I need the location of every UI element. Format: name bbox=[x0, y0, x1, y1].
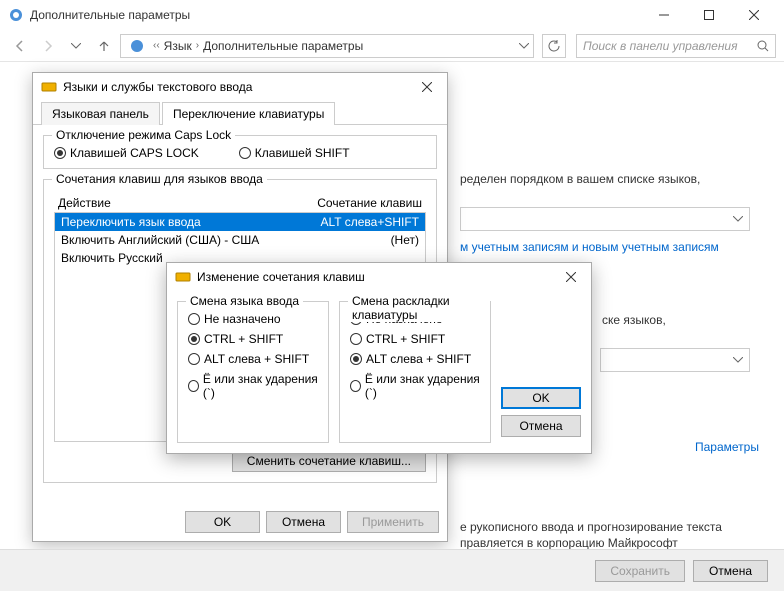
breadcrumb-item[interactable]: Язык bbox=[164, 39, 192, 53]
keyboard-icon bbox=[175, 269, 191, 285]
capslock-group: Отключение режима Caps Lock Клавишей CAP… bbox=[43, 135, 437, 169]
chevron-right-icon: › bbox=[196, 40, 199, 51]
save-button[interactable]: Сохранить bbox=[595, 560, 685, 582]
radio-dot-icon bbox=[54, 147, 66, 159]
up-button[interactable] bbox=[92, 34, 116, 58]
chevron-icon: ‹‹ bbox=[153, 40, 160, 51]
app-icon bbox=[8, 7, 24, 23]
radio-dot-icon bbox=[188, 313, 200, 325]
radio-grave[interactable]: Ё или знак ударения (`) bbox=[350, 372, 480, 400]
close-icon[interactable] bbox=[559, 267, 583, 287]
bg-link[interactable]: м учетным записям и новым учетным запися… bbox=[460, 240, 719, 254]
cancel-button[interactable]: Отмена bbox=[693, 560, 768, 582]
recent-button[interactable] bbox=[64, 34, 88, 58]
maximize-button[interactable] bbox=[686, 0, 731, 30]
dialog-title-bar: Языки и службы текстового ввода bbox=[33, 73, 447, 101]
cancel-button[interactable]: Отмена bbox=[501, 415, 581, 437]
radio-dot-icon bbox=[350, 380, 361, 392]
dialog-body: Смена языка ввода Не назначено CTRL + SH… bbox=[167, 291, 591, 453]
radio-alt-shift[interactable]: ALT слева + SHIFT bbox=[188, 352, 318, 366]
back-button[interactable] bbox=[8, 34, 32, 58]
tabs: Языковая панель Переключение клавиатуры bbox=[33, 101, 447, 125]
window-title-bar: Дополнительные параметры bbox=[0, 0, 784, 30]
radio-ctrl-shift[interactable]: CTRL + SHIFT bbox=[188, 332, 318, 346]
radio-shift[interactable]: Клавишей SHIFT bbox=[239, 146, 350, 160]
cancel-button[interactable]: Отмена bbox=[266, 511, 341, 533]
keyboard-layout-group: Смена раскладки клавиатуры Не назначено … bbox=[339, 301, 491, 443]
bg-text: е рукописного ввода и прогнозирование те… bbox=[460, 520, 722, 534]
tab-keyboard-switch[interactable]: Переключение клавиатуры bbox=[162, 102, 335, 125]
globe-icon bbox=[129, 38, 145, 54]
chevron-down-icon[interactable] bbox=[519, 43, 529, 49]
radio-dot-icon bbox=[350, 333, 362, 345]
dialog-title-bar: Изменение сочетания клавиш bbox=[167, 263, 591, 291]
refresh-button[interactable] bbox=[542, 34, 566, 58]
col-keys: Сочетание клавиш bbox=[317, 196, 422, 210]
radio-alt-shift[interactable]: ALT слева + SHIFT bbox=[350, 352, 480, 366]
radio-dot-icon bbox=[350, 353, 362, 365]
ok-button[interactable]: OK bbox=[185, 511, 260, 533]
list-item[interactable]: Включить Английский (США) - США(Нет) bbox=[55, 231, 425, 249]
breadcrumb[interactable]: ‹‹ Язык › Дополнительные параметры bbox=[120, 34, 534, 58]
close-icon[interactable] bbox=[415, 77, 439, 97]
bg-text: правляется в корпорацию Майкрософт bbox=[460, 536, 678, 550]
close-button[interactable] bbox=[731, 0, 776, 30]
table-header: Действие Сочетание клавиш bbox=[54, 194, 426, 212]
search-input[interactable]: Поиск в панели управления bbox=[576, 34, 776, 58]
list-item[interactable]: Переключить язык вводаALT слева+SHIFT bbox=[55, 213, 425, 231]
bg-combo[interactable] bbox=[460, 207, 750, 231]
input-language-group: Смена языка ввода Не назначено CTRL + SH… bbox=[177, 301, 329, 443]
keyboard-icon bbox=[41, 79, 57, 95]
col-action: Действие bbox=[58, 196, 317, 210]
apply-button[interactable]: Применить bbox=[347, 511, 439, 533]
radio-grave[interactable]: Ё или знак ударения (`) bbox=[188, 372, 318, 400]
radio-none[interactable]: Не назначено bbox=[188, 312, 318, 326]
group-title: Сочетания клавиш для языков ввода bbox=[52, 172, 267, 186]
group-title: Смена языка ввода bbox=[186, 294, 303, 308]
nav-bar: ‹‹ Язык › Дополнительные параметры Поиск… bbox=[0, 30, 784, 62]
radio-dot-icon bbox=[188, 333, 200, 345]
dialog-buttons: OK Отмена Применить bbox=[33, 503, 447, 541]
breadcrumb-item[interactable]: Дополнительные параметры bbox=[203, 39, 363, 53]
radio-dot-icon bbox=[188, 353, 200, 365]
radio-ctrl-shift[interactable]: CTRL + SHIFT bbox=[350, 332, 480, 346]
minimize-button[interactable] bbox=[641, 0, 686, 30]
radio-dot-icon bbox=[188, 380, 199, 392]
window-title: Дополнительные параметры bbox=[30, 8, 641, 22]
params-link[interactable]: Параметры bbox=[695, 440, 759, 454]
bottom-bar: Сохранить Отмена bbox=[0, 549, 784, 591]
forward-button[interactable] bbox=[36, 34, 60, 58]
group-title: Отключение режима Caps Lock bbox=[52, 128, 235, 142]
dialog-buttons: OK Отмена bbox=[501, 301, 581, 443]
search-icon bbox=[757, 40, 769, 52]
ok-button[interactable]: OK bbox=[501, 387, 581, 409]
radio-dot-icon bbox=[239, 147, 251, 159]
group-title: Смена раскладки клавиатуры bbox=[348, 294, 490, 322]
tab-language-bar[interactable]: Языковая панель bbox=[41, 102, 160, 125]
search-placeholder: Поиск в панели управления bbox=[583, 39, 738, 53]
bg-text: ске языков, bbox=[602, 313, 666, 327]
dialog-title: Языки и службы текстового ввода bbox=[63, 80, 252, 94]
change-hotkey-dialog: Изменение сочетания клавиш Смена языка в… bbox=[166, 262, 592, 454]
bg-combo[interactable] bbox=[600, 348, 750, 372]
dialog-title: Изменение сочетания клавиш bbox=[197, 270, 365, 284]
bg-text: ределен порядком в вашем списке языков, bbox=[460, 172, 700, 186]
radio-capslock[interactable]: Клавишей CAPS LOCK bbox=[54, 146, 199, 160]
